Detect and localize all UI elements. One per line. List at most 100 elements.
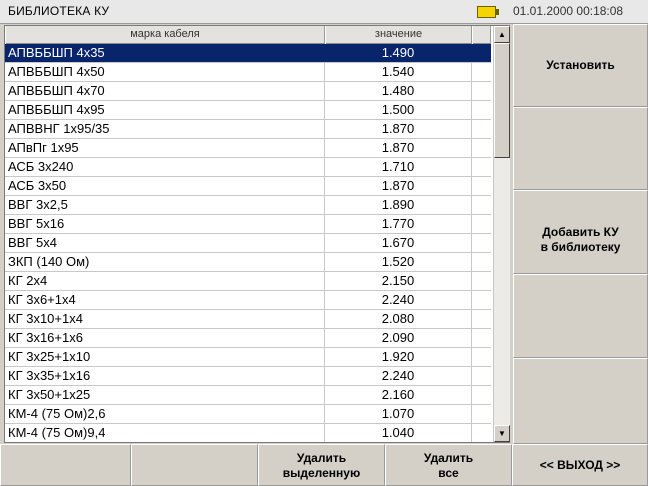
- table-row[interactable]: КГ 3х16+1х6 2.090: [5, 329, 491, 348]
- table-row[interactable]: КМ-4 (75 Ом)2,6 1.070: [5, 405, 491, 424]
- cable-mark-cell: КГ 3х16+1х6: [5, 329, 325, 347]
- title-bar: БИБЛИОТЕКА КУ 01.01.2000 00:18:08: [0, 0, 648, 24]
- delete-all-button[interactable]: Удалить все: [385, 444, 512, 486]
- column-header-cable-mark[interactable]: марка кабеля: [5, 26, 325, 44]
- cable-mark-cell: АПВББШП 4х95: [5, 101, 325, 119]
- row-spacer-cell: [472, 82, 491, 100]
- row-spacer-cell: [472, 310, 491, 328]
- bottom-toolbar: Удалить выделенную Удалить все << ВЫХОД …: [0, 444, 648, 486]
- table-row[interactable]: КГ 3х10+1х4 2.080: [5, 310, 491, 329]
- cable-library-table: марка кабеля значение АПВББШП 4х35 1.490 А…: [4, 25, 510, 443]
- value-cell: 1.480: [325, 82, 472, 100]
- cable-mark-cell: КГ 3х25+1х10: [5, 348, 325, 366]
- cable-mark-cell: АПвПг 1х95: [5, 139, 325, 157]
- row-spacer-cell: [472, 158, 491, 176]
- add-button-label-line1: Добавить КУ: [542, 225, 619, 239]
- table-row[interactable]: АПВББШП 4х95 1.500: [5, 101, 491, 120]
- table-row[interactable]: ЗКП (140 Ом) 1.520: [5, 253, 491, 272]
- row-spacer-cell: [472, 329, 491, 347]
- row-spacer-cell: [472, 367, 491, 385]
- table-row[interactable]: ВВГ 5х16 1.770: [5, 215, 491, 234]
- value-cell: 1.890: [325, 196, 472, 214]
- value-cell: 1.920: [325, 348, 472, 366]
- row-spacer-cell: [472, 386, 491, 404]
- table-row[interactable]: АПВББШП 4х70 1.480: [5, 82, 491, 101]
- arrow-up-icon[interactable]: ▲: [494, 26, 510, 43]
- row-spacer-cell: [472, 63, 491, 81]
- row-spacer-cell: [472, 405, 491, 423]
- add-button-label-line2: в библиотеку: [540, 240, 621, 254]
- row-spacer-cell: [472, 424, 491, 442]
- side-empty-button-1[interactable]: [513, 107, 648, 190]
- cable-mark-cell: АПВББШП 4х70: [5, 82, 325, 100]
- side-panel: Установить Добавить КУ в библиотеку: [513, 24, 648, 444]
- exit-button-label: << ВЫХОД >>: [539, 458, 621, 472]
- table-row[interactable]: КМ-4 (75 Ом)9,4 1.040: [5, 424, 491, 442]
- table-row[interactable]: АПВББШП 4х35 1.490: [5, 44, 491, 63]
- value-cell: 1.870: [325, 177, 472, 195]
- cable-mark-cell: АПВВНГ 1х95/35: [5, 120, 325, 138]
- add-to-library-button[interactable]: Добавить КУ в библиотеку: [513, 190, 648, 274]
- table-row[interactable]: КГ 3х35+1х16 2.240: [5, 367, 491, 386]
- table-row[interactable]: КГ 3х25+1х10 1.920: [5, 348, 491, 367]
- set-button[interactable]: Установить: [513, 24, 648, 107]
- table-row[interactable]: АСБ 3х240 1.710: [5, 158, 491, 177]
- column-header-value[interactable]: значение: [325, 26, 472, 44]
- clock: 01.01.2000 00:18:08: [513, 4, 624, 18]
- row-spacer-cell: [472, 272, 491, 290]
- column-header-spacer: [472, 26, 491, 44]
- table-row[interactable]: ВВГ 5х4 1.670: [5, 234, 491, 253]
- delete-all-label-line2: все: [438, 466, 459, 480]
- cable-mark-cell: КГ 3х10+1х4: [5, 310, 325, 328]
- window-title: БИБЛИОТЕКА КУ: [8, 4, 110, 18]
- bottom-empty-button-2[interactable]: [131, 444, 258, 486]
- scrollbar-thumb[interactable]: [494, 43, 510, 158]
- row-spacer-cell: [472, 348, 491, 366]
- cable-mark-cell: КГ 3х35+1х16: [5, 367, 325, 385]
- value-cell: 1.500: [325, 101, 472, 119]
- delete-all-label-line1: Удалить: [423, 451, 474, 465]
- cable-mark-cell: АПВББШП 4х35: [5, 44, 325, 62]
- cable-mark-cell: АПВББШП 4х50: [5, 63, 325, 81]
- value-cell: 1.040: [325, 424, 472, 442]
- table-row[interactable]: АПвПг 1х95 1.870: [5, 139, 491, 158]
- row-spacer-cell: [472, 177, 491, 195]
- side-empty-button-3[interactable]: [513, 358, 648, 444]
- row-spacer-cell: [472, 234, 491, 252]
- vertical-scrollbar[interactable]: ▲ ▼: [493, 26, 510, 442]
- bottom-empty-button-1[interactable]: [0, 444, 131, 486]
- row-spacer-cell: [472, 139, 491, 157]
- value-cell: 2.240: [325, 291, 472, 309]
- table-row[interactable]: КГ 3х50+1х25 2.160: [5, 386, 491, 405]
- row-spacer-cell: [472, 291, 491, 309]
- table-row[interactable]: КГ 3х6+1х4 2.240: [5, 291, 491, 310]
- row-spacer-cell: [472, 44, 491, 62]
- row-spacer-cell: [472, 196, 491, 214]
- exit-button[interactable]: << ВЫХОД >>: [512, 444, 648, 486]
- table-row[interactable]: АПВВНГ 1х95/35 1.870: [5, 120, 491, 139]
- battery-icon: [477, 6, 499, 18]
- value-cell: 2.080: [325, 310, 472, 328]
- row-spacer-cell: [472, 101, 491, 119]
- arrow-down-icon[interactable]: ▼: [494, 425, 510, 442]
- table-row[interactable]: АСБ 3х50 1.870: [5, 177, 491, 196]
- side-empty-button-2[interactable]: [513, 274, 648, 358]
- cable-mark-cell: ВВГ 5х4: [5, 234, 325, 252]
- delete-selected-button[interactable]: Удалить выделенную: [258, 444, 385, 486]
- cable-mark-cell: КГ 3х50+1х25: [5, 386, 325, 404]
- value-cell: 1.070: [325, 405, 472, 423]
- cable-mark-cell: ВВГ 5х16: [5, 215, 325, 233]
- value-cell: 1.710: [325, 158, 472, 176]
- table-row[interactable]: ВВГ 3х2,5 1.890: [5, 196, 491, 215]
- row-spacer-cell: [472, 120, 491, 138]
- value-cell: 1.870: [325, 139, 472, 157]
- table-row[interactable]: КГ 2х4 2.150: [5, 272, 491, 291]
- table-row[interactable]: АПВББШП 4х50 1.540: [5, 63, 491, 82]
- value-cell: 1.770: [325, 215, 472, 233]
- cable-mark-cell: АСБ 3х240: [5, 158, 325, 176]
- value-cell: 1.670: [325, 234, 472, 252]
- set-button-label: Установить: [546, 58, 615, 72]
- row-spacer-cell: [472, 253, 491, 271]
- value-cell: 2.240: [325, 367, 472, 385]
- cable-mark-cell: КМ-4 (75 Ом)2,6: [5, 405, 325, 423]
